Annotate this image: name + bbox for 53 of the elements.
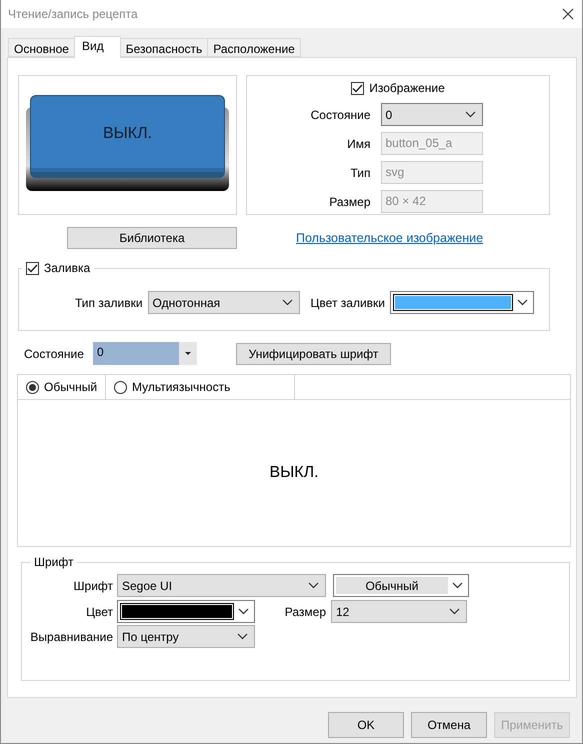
field-label: Тип заливки [75, 296, 143, 310]
field-label: Выравнивание [29, 630, 113, 644]
checkbox[interactable] [351, 82, 364, 94]
library-button[interactable]: Библиотека [67, 227, 237, 249]
field-label: Тип [349, 166, 370, 180]
chevron-down-icon [282, 299, 293, 306]
text-preview: ВЫКЛ. [269, 464, 319, 482]
caret-icon [185, 352, 191, 355]
field-label: Имя [346, 136, 370, 150]
field-label: Размер [284, 604, 326, 618]
readonly-field: button_05_a [380, 132, 482, 155]
alignment-dropdown[interactable]: По центру [117, 625, 255, 648]
readonly-field: svg [380, 161, 482, 184]
dialog-button[interactable]: OK [328, 712, 404, 738]
radio-label: Обычный [44, 380, 98, 394]
chevron-down-icon [464, 111, 476, 118]
field-label: Шрифт [72, 578, 113, 592]
chevron-down-icon [237, 633, 248, 640]
font-color-dropdown[interactable] [117, 600, 255, 623]
field-label: Размер [328, 194, 370, 208]
chevron-down-icon [516, 299, 528, 306]
font-family-dropdown[interactable]: Segoe UI [117, 574, 326, 597]
window-title: Чтение/запись рецепта [8, 7, 138, 21]
font-style-dropdown[interactable]: Обычный [333, 574, 469, 597]
tab[interactable]: Основное [8, 38, 75, 57]
field-label: Состояние [310, 108, 370, 122]
checkbox-label: Изображение [369, 81, 445, 95]
tab[interactable]: Вид [74, 36, 121, 58]
custom-image-link[interactable]: Пользовательское изображение [296, 231, 484, 245]
fill-color-dropdown[interactable] [390, 291, 534, 314]
chevron-down-icon [449, 608, 460, 615]
field-label: Цвет заливки [310, 296, 385, 310]
checkbox[interactable] [26, 262, 39, 274]
fill-type-dropdown[interactable]: Однотонная [148, 291, 300, 314]
tab[interactable]: Расположение [207, 38, 301, 57]
chevron-down-icon [238, 608, 249, 615]
radio-button[interactable] [26, 380, 39, 394]
radio-label: Мультиязычность [132, 380, 230, 394]
unify-font-button[interactable]: Унифицировать шрифт [236, 342, 391, 364]
state-dropdown[interactable]: 0 [93, 342, 197, 365]
close-icon[interactable] [562, 8, 574, 20]
dialog-button[interactable]: Отмена [411, 712, 487, 738]
group-title: Заливка [44, 261, 90, 275]
field-label: Цвет [85, 604, 113, 618]
font-size-dropdown[interactable]: 12 [331, 600, 467, 623]
field-label: Состояние [24, 346, 85, 360]
chevron-down-icon [308, 582, 319, 589]
chevron-down-icon [452, 582, 463, 589]
state-dropdown[interactable]: 0 [380, 103, 482, 126]
tab[interactable]: Безопасность [120, 38, 208, 57]
group-title: Шрифт [34, 555, 74, 569]
readonly-field: 80 × 42 [380, 190, 482, 213]
radio-button[interactable] [114, 380, 128, 394]
